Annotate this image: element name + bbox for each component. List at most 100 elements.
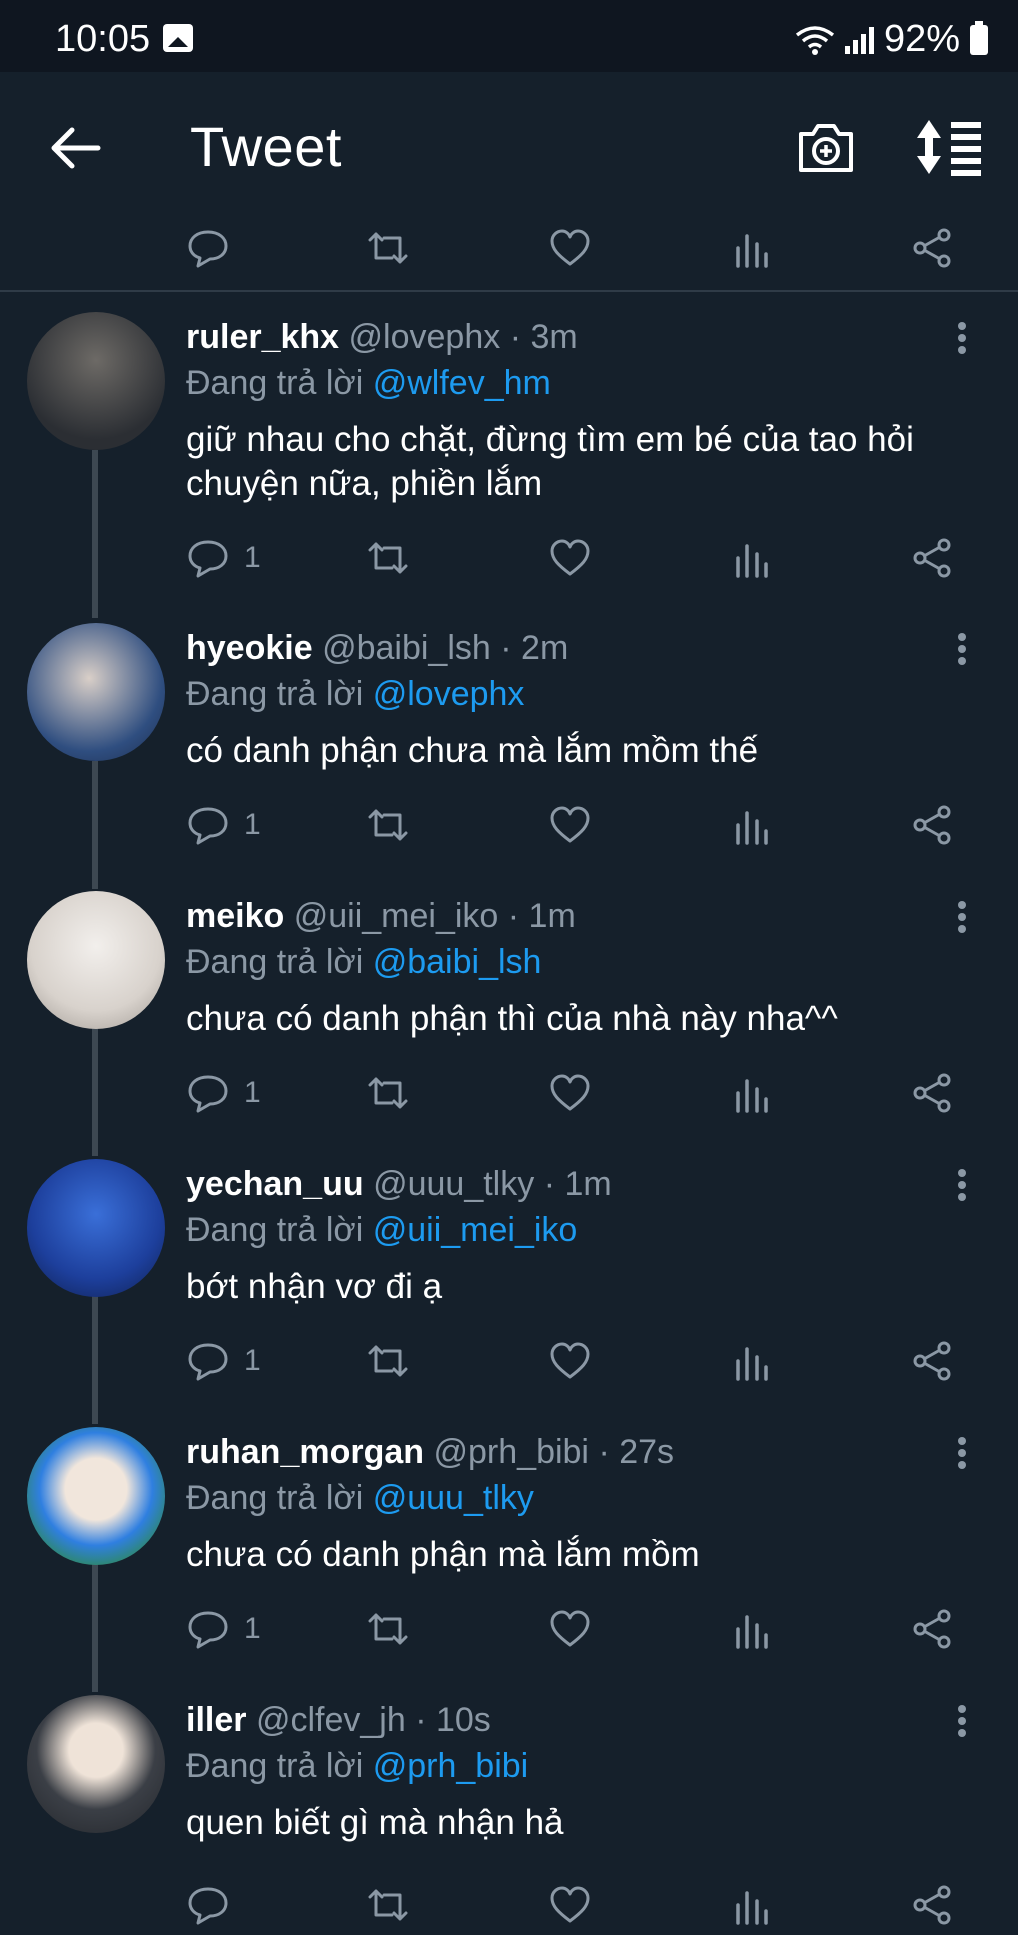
like-button[interactable] bbox=[548, 528, 592, 588]
retweet-icon bbox=[368, 542, 408, 574]
handle[interactable]: @baibi_lsh bbox=[322, 629, 491, 667]
like-button[interactable] bbox=[548, 218, 592, 278]
avatar[interactable] bbox=[27, 1427, 165, 1565]
reply-button[interactable]: 1 bbox=[186, 528, 261, 588]
handle[interactable]: @uuu_tlky bbox=[373, 1165, 534, 1203]
like-button[interactable] bbox=[548, 1331, 592, 1391]
display-name[interactable]: hyeokie bbox=[186, 629, 313, 667]
retweet-button[interactable] bbox=[366, 218, 410, 278]
reply-count: 1 bbox=[244, 808, 261, 841]
reply-button[interactable]: 1 bbox=[186, 1599, 261, 1659]
more-options-icon[interactable] bbox=[950, 1701, 974, 1741]
reply-label: Đang trả lời bbox=[186, 1479, 364, 1517]
more-options-icon[interactable] bbox=[950, 318, 974, 358]
reply-button[interactable] bbox=[186, 218, 230, 278]
share-icon bbox=[913, 1609, 951, 1649]
handle[interactable]: @uii_mei_iko bbox=[294, 897, 499, 935]
like-icon bbox=[550, 229, 590, 266]
reply-mention[interactable]: @uuu_tlky bbox=[373, 1479, 534, 1517]
reply-count: 1 bbox=[244, 541, 261, 574]
page-title: Tweet bbox=[190, 115, 342, 178]
retweet-button[interactable] bbox=[366, 795, 410, 855]
retweet-button[interactable] bbox=[366, 1063, 410, 1123]
retweet-icon bbox=[368, 1613, 408, 1645]
reply-icon bbox=[188, 1343, 228, 1381]
reply-icon bbox=[188, 1611, 228, 1649]
more-options-icon[interactable] bbox=[950, 629, 974, 669]
like-button[interactable] bbox=[548, 795, 592, 855]
share-button[interactable] bbox=[910, 218, 954, 278]
reply-button[interactable]: 1 bbox=[186, 795, 261, 855]
views-button[interactable] bbox=[730, 1875, 774, 1935]
share-button[interactable] bbox=[910, 528, 954, 588]
like-button[interactable] bbox=[548, 1063, 592, 1123]
display-name[interactable]: ruhan_morgan bbox=[186, 1433, 424, 1471]
timestamp: · 3m bbox=[509, 318, 578, 356]
avatar[interactable] bbox=[27, 1159, 165, 1297]
views-button[interactable] bbox=[730, 795, 774, 855]
handle[interactable]: @lovephx bbox=[349, 318, 501, 356]
sort-icon[interactable] bbox=[915, 116, 985, 178]
retweet-button[interactable] bbox=[366, 1599, 410, 1659]
reply-mention[interactable]: @prh_bibi bbox=[373, 1747, 529, 1785]
share-button[interactable] bbox=[910, 1063, 954, 1123]
retweet-button[interactable] bbox=[366, 1875, 410, 1935]
more-options-icon[interactable] bbox=[950, 897, 974, 937]
reply-context: Đang trả lời @wlfev_hm bbox=[186, 364, 551, 403]
handle[interactable]: @clfev_jh bbox=[256, 1701, 406, 1739]
reply-icon bbox=[188, 1075, 228, 1113]
more-options-icon[interactable] bbox=[950, 1433, 974, 1473]
like-icon bbox=[550, 1886, 590, 1923]
more-options-icon[interactable] bbox=[950, 1165, 974, 1205]
reply-mention[interactable]: @uii_mei_iko bbox=[373, 1211, 578, 1249]
tweet-actions: 1 bbox=[0, 1599, 1018, 1659]
retweet-icon bbox=[368, 1889, 408, 1921]
views-icon bbox=[736, 1891, 768, 1925]
views-icon bbox=[736, 1079, 768, 1113]
back-arrow-icon[interactable] bbox=[40, 112, 112, 184]
views-button[interactable] bbox=[730, 1599, 774, 1659]
display-name[interactable]: yechan_uu bbox=[186, 1165, 364, 1203]
tweet-actions: 1 bbox=[0, 1331, 1018, 1391]
share-button[interactable] bbox=[910, 1331, 954, 1391]
battery-percent: 92% bbox=[883, 18, 960, 60]
reply-button[interactable] bbox=[186, 1875, 230, 1935]
share-button[interactable] bbox=[910, 1599, 954, 1659]
like-icon bbox=[550, 806, 590, 843]
share-icon bbox=[913, 1885, 951, 1925]
signal-icon bbox=[844, 26, 874, 54]
views-icon bbox=[736, 544, 768, 578]
reply-mention[interactable]: @wlfev_hm bbox=[373, 364, 551, 402]
views-button[interactable] bbox=[730, 528, 774, 588]
retweet-button[interactable] bbox=[366, 1331, 410, 1391]
views-button[interactable] bbox=[730, 1331, 774, 1391]
status-time: 10:05 bbox=[55, 18, 151, 60]
share-button[interactable] bbox=[910, 1875, 954, 1935]
display-name[interactable]: meiko bbox=[186, 897, 284, 935]
reply-button[interactable]: 1 bbox=[186, 1331, 261, 1391]
views-button[interactable] bbox=[730, 1063, 774, 1123]
display-name[interactable]: ruler_khx bbox=[186, 318, 339, 356]
avatar[interactable] bbox=[27, 623, 165, 761]
retweet-button[interactable] bbox=[366, 528, 410, 588]
like-button[interactable] bbox=[548, 1875, 592, 1935]
reply-context: Đang trả lời @baibi_lsh bbox=[186, 943, 541, 982]
share-button[interactable] bbox=[910, 795, 954, 855]
timestamp: · 1m bbox=[507, 897, 576, 935]
views-button[interactable] bbox=[730, 218, 774, 278]
like-button[interactable] bbox=[548, 1599, 592, 1659]
reply-count: 1 bbox=[244, 1344, 261, 1377]
reply-mention[interactable]: @lovephx bbox=[373, 675, 525, 713]
reply-button[interactable]: 1 bbox=[186, 1063, 261, 1123]
reply-label: Đang trả lời bbox=[186, 364, 364, 402]
avatar[interactable] bbox=[27, 312, 165, 450]
display-name[interactable]: iller bbox=[186, 1701, 246, 1739]
handle[interactable]: @prh_bibi bbox=[434, 1433, 590, 1471]
status-bar: 10:05 92% bbox=[0, 0, 1018, 72]
camera-add-icon[interactable] bbox=[795, 116, 857, 178]
tweet-actions: 1 bbox=[0, 795, 1018, 855]
tweet-text: quen biết gì mà nhận hả bbox=[186, 1803, 564, 1842]
avatar[interactable] bbox=[27, 891, 165, 1029]
reply-mention[interactable]: @baibi_lsh bbox=[373, 943, 542, 981]
avatar[interactable] bbox=[27, 1695, 165, 1833]
